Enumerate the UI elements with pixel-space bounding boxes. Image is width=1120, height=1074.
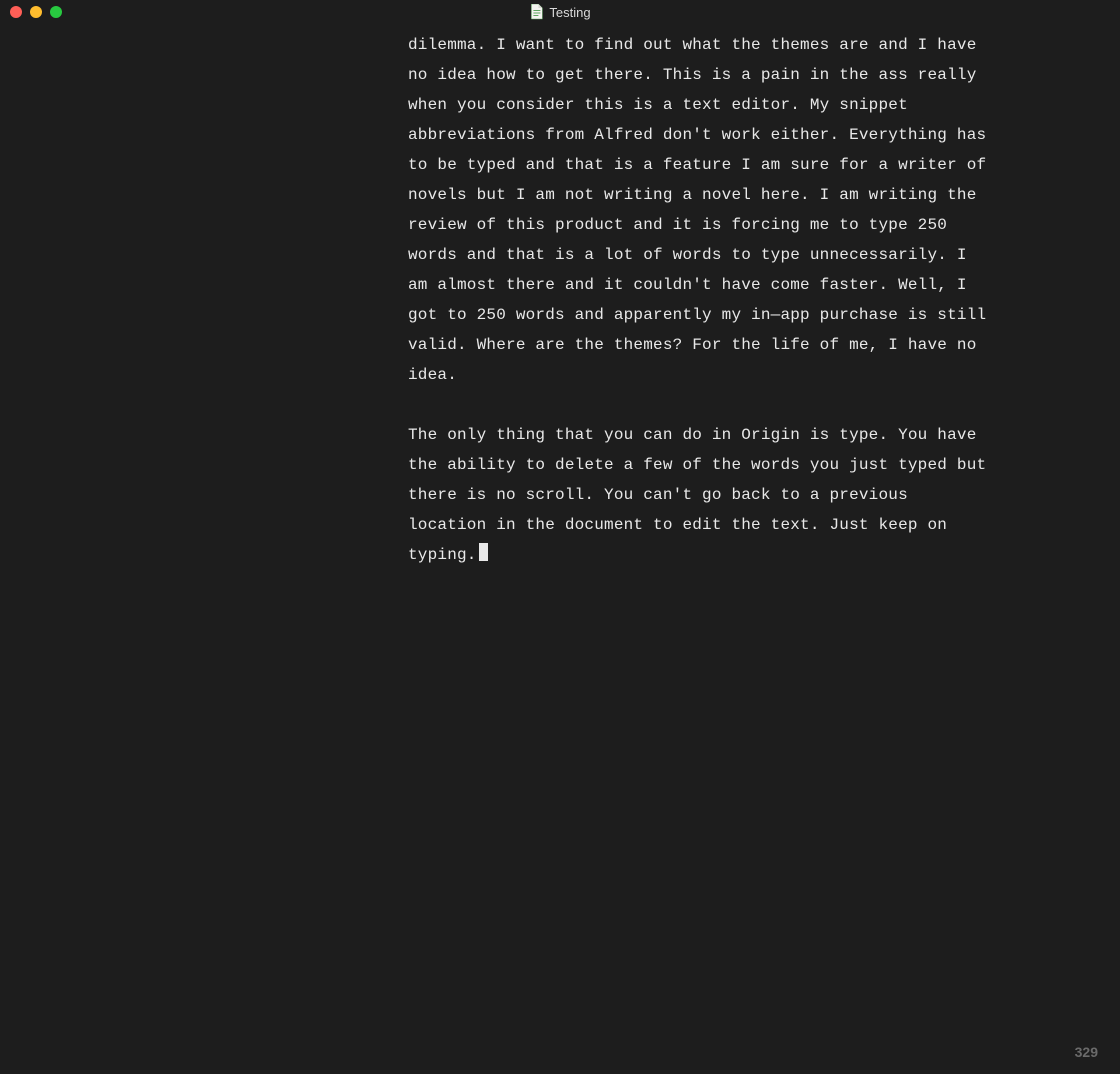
maximize-button[interactable] <box>50 6 62 18</box>
window-title: Testing <box>549 5 590 20</box>
window-controls <box>0 6 62 18</box>
paragraph: The only thing that you can do in Origin… <box>408 420 988 570</box>
minimize-button[interactable] <box>30 6 42 18</box>
text-cursor <box>479 543 488 561</box>
paragraph: dilemma. I want to find out what the the… <box>408 30 988 390</box>
document-icon <box>529 4 543 20</box>
editor-content[interactable]: dilemma. I want to find out what the the… <box>408 30 988 600</box>
window-title-group: Testing <box>529 4 590 20</box>
word-count: 329 <box>1075 1044 1098 1060</box>
paragraph-text: The only thing that you can do in Origin… <box>408 426 986 564</box>
titlebar: Testing <box>0 0 1120 24</box>
close-button[interactable] <box>10 6 22 18</box>
